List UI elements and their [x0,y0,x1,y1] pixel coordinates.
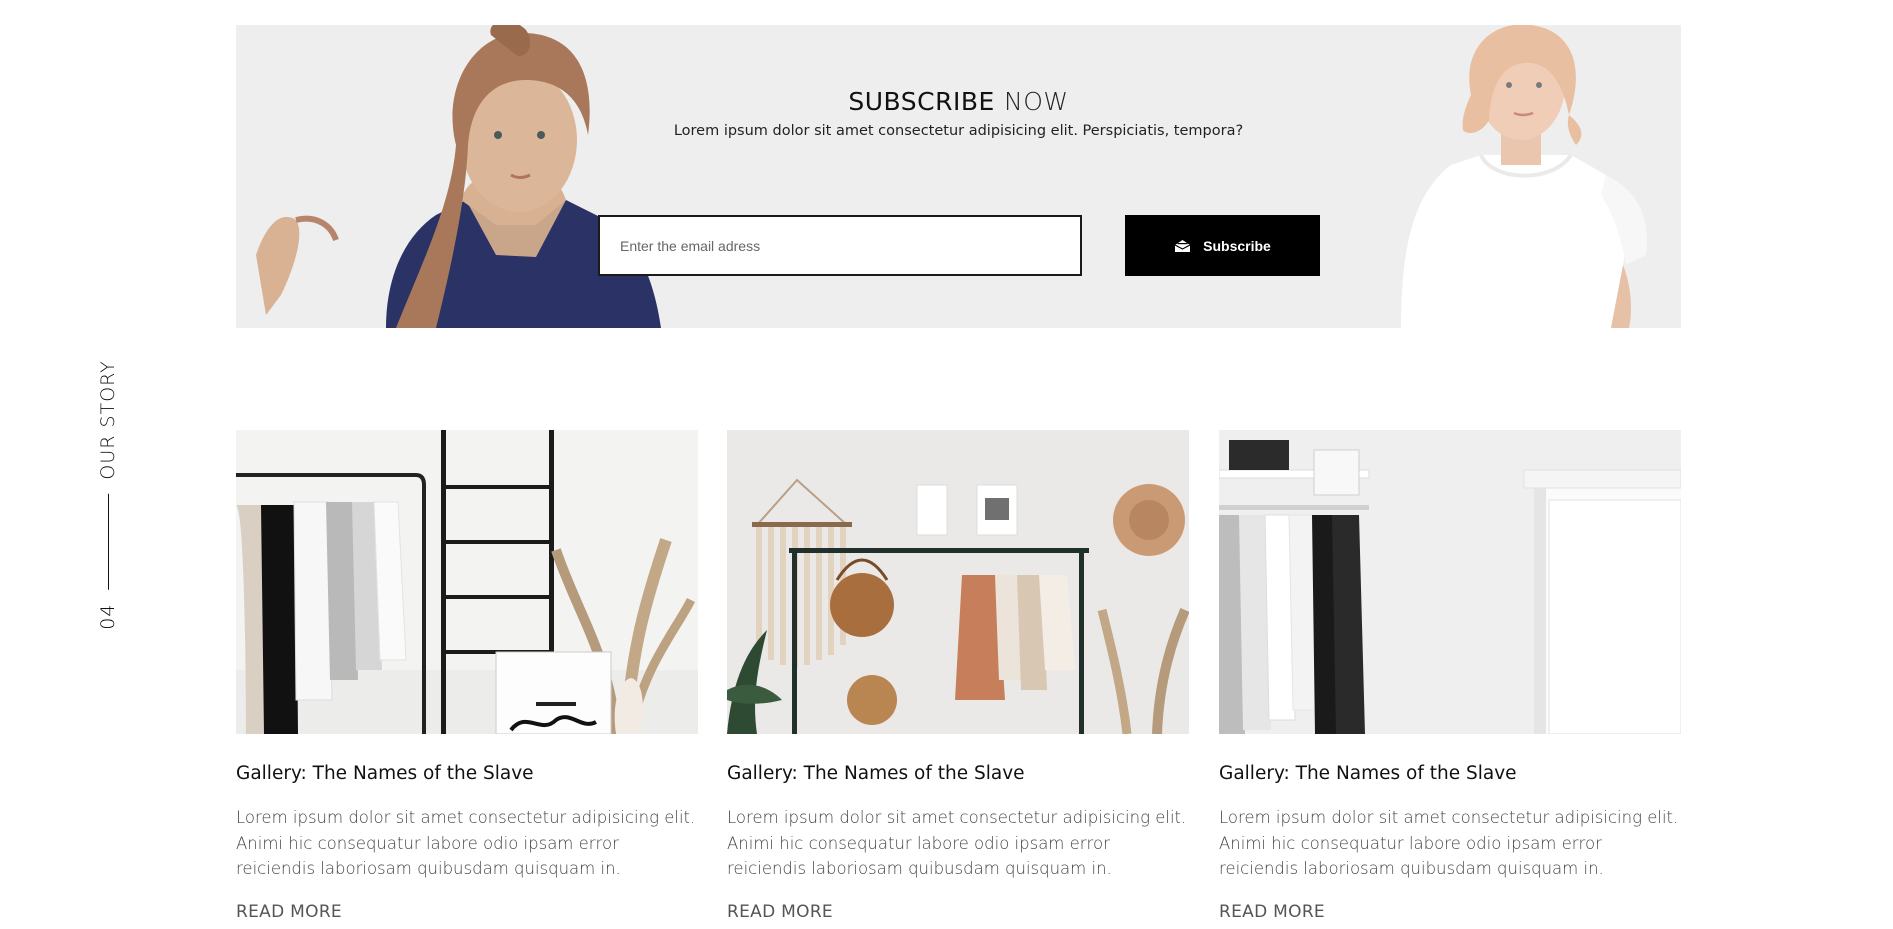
post-title[interactable]: Gallery: The Names of the Slave [727,763,1189,785]
envelope-icon [1174,239,1191,252]
boho-rack-image[interactable] [727,430,1189,734]
subscribe-button-label: Subscribe [1203,237,1271,254]
model-right-image [1401,25,1647,328]
post-excerpt: Lorem ipsum dolor sit amet consectetur a… [1219,808,1679,879]
section-number: 04 [97,603,119,630]
side-section-label: 04 OUR STORY [96,360,120,630]
read-more-link[interactable]: READ MORE [727,902,833,922]
blog-card: Gallery: The Names of the Slave Lorem ip… [236,430,698,922]
subscribe-banner: SUBSCRIBE NOW Lorem ipsum dolor sit amet… [236,25,1681,328]
subscribe-button[interactable]: Subscribe [1125,215,1320,276]
blog-card: Gallery: The Names of the Slave Lorem ip… [1219,430,1681,922]
banner-title: SUBSCRIBE NOW [236,87,1681,116]
section-label-text: OUR STORY [97,360,119,480]
closet-image[interactable] [1219,430,1681,734]
post-excerpt: Lorem ipsum dolor sit amet consectetur a… [727,808,1187,879]
post-title[interactable]: Gallery: The Names of the Slave [236,763,698,785]
banner-title-strong: SUBSCRIBE [848,87,995,116]
model-left-image [256,25,661,328]
blog-card: Gallery: The Names of the Slave Lorem ip… [727,430,1189,922]
post-excerpt: Lorem ipsum dolor sit amet consectetur a… [236,808,696,879]
side-label-divider [107,493,109,590]
email-input[interactable] [598,215,1082,276]
banner-subtitle: Lorem ipsum dolor sit amet consectetur a… [673,123,1244,139]
post-title[interactable]: Gallery: The Names of the Slave [1219,763,1681,785]
read-more-link[interactable]: READ MORE [236,902,342,922]
clothing-rack-image[interactable] [236,430,698,734]
read-more-link[interactable]: READ MORE [1219,902,1325,922]
banner-title-light: NOW [1004,87,1069,116]
